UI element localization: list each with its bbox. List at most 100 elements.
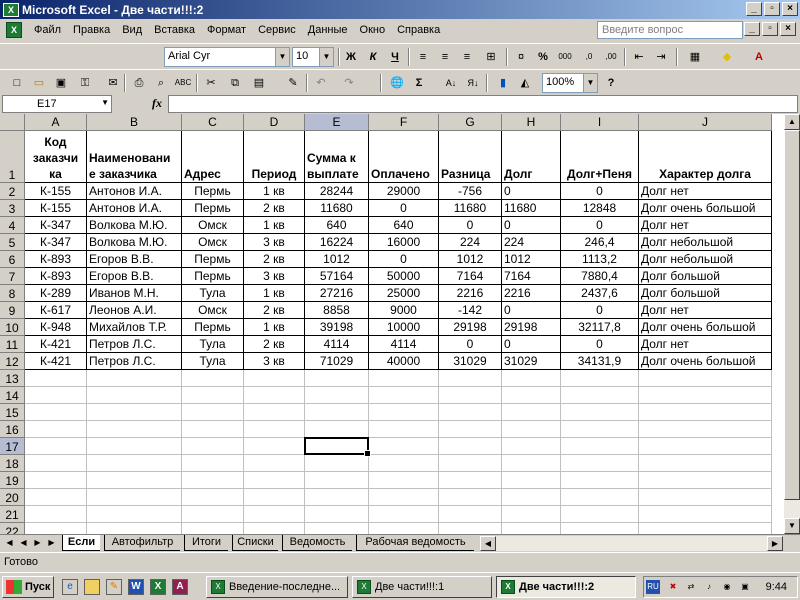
last-sheet-icon[interactable]: ▶	[45, 536, 58, 550]
sheet-tab-lists[interactable]: Списки	[232, 535, 278, 551]
decrease-indent-icon[interactable]: ⇤	[630, 48, 648, 66]
align-right-icon[interactable]: ≡	[458, 48, 476, 66]
cell-f10[interactable]: 10000	[369, 319, 439, 336]
undo-icon[interactable]: ↶	[312, 74, 330, 92]
empty-cell[interactable]	[639, 421, 772, 438]
cell-d12[interactable]: 3 кв	[244, 353, 305, 370]
cell-d3[interactable]: 2 кв	[244, 200, 305, 217]
sheet-tab-work-statement[interactable]: Рабочая ведомость	[356, 535, 474, 551]
column-header-b[interactable]: B	[87, 114, 182, 131]
cell-i3[interactable]: 12848	[561, 200, 639, 217]
minimize-button[interactable]: _	[746, 2, 762, 16]
row-header-8[interactable]: 8	[0, 285, 25, 302]
cell-j2[interactable]: Долг нет	[639, 183, 772, 200]
empty-cell[interactable]	[439, 370, 502, 387]
name-box[interactable]: E17 ▼	[2, 95, 112, 113]
row-header-1[interactable]: 1	[0, 131, 25, 183]
empty-cell[interactable]	[639, 472, 772, 489]
empty-cell[interactable]	[25, 506, 87, 523]
cell-c8[interactable]: Тула	[182, 285, 244, 302]
empty-cell[interactable]	[502, 455, 561, 472]
cell-e7[interactable]: 57164	[305, 268, 369, 285]
row-header-6[interactable]: 6	[0, 251, 25, 268]
cell-j12[interactable]: Долг очень большой	[639, 353, 772, 370]
header-cell-f[interactable]: Оплачено	[369, 131, 439, 183]
access-icon[interactable]: A	[172, 579, 188, 595]
empty-cell[interactable]	[305, 523, 369, 534]
empty-cell[interactable]	[369, 438, 439, 455]
font-size-combo[interactable]: 10 ▼	[292, 47, 334, 67]
cell-f11[interactable]: 4114	[369, 336, 439, 353]
cell-c6[interactable]: Пермь	[182, 251, 244, 268]
cell-e5[interactable]: 16224	[305, 234, 369, 251]
cell-f6[interactable]: 0	[369, 251, 439, 268]
cell-d5[interactable]: 3 кв	[244, 234, 305, 251]
row-header-3[interactable]: 3	[0, 200, 25, 217]
empty-cell[interactable]	[182, 404, 244, 421]
cell-e8[interactable]: 27216	[305, 285, 369, 302]
header-cell-e[interactable]: Сумма к выплате	[305, 131, 369, 183]
row-header-7[interactable]: 7	[0, 268, 25, 285]
first-sheet-icon[interactable]: ◀	[3, 536, 16, 550]
empty-cell[interactable]	[87, 438, 182, 455]
empty-cell[interactable]	[25, 455, 87, 472]
cell-j4[interactable]: Долг нет	[639, 217, 772, 234]
empty-cell[interactable]	[25, 489, 87, 506]
header-cell-j[interactable]: Характер долга	[639, 131, 772, 183]
borders-icon[interactable]: ▦	[686, 48, 704, 66]
empty-cell[interactable]	[369, 506, 439, 523]
empty-cell[interactable]	[87, 387, 182, 404]
empty-cell[interactable]	[639, 489, 772, 506]
increase-indent-icon[interactable]: ⇥	[652, 48, 670, 66]
empty-cell[interactable]	[369, 472, 439, 489]
cell-j3[interactable]: Долг очень большой	[639, 200, 772, 217]
empty-cell[interactable]	[439, 506, 502, 523]
cell-d11[interactable]: 2 кв	[244, 336, 305, 353]
cell-b3[interactable]: Антонов И.А.	[87, 200, 182, 217]
cell-a11[interactable]: К-421	[25, 336, 87, 353]
cell-e11[interactable]: 4114	[305, 336, 369, 353]
empty-cell[interactable]	[25, 387, 87, 404]
empty-cell[interactable]	[639, 523, 772, 534]
email-icon[interactable]: ✉	[104, 74, 122, 92]
print-preview-icon[interactable]: ⌕	[152, 74, 170, 92]
paste-icon[interactable]: ▤	[250, 74, 268, 92]
cell-g4[interactable]: 0	[439, 217, 502, 234]
empty-cell[interactable]	[244, 421, 305, 438]
empty-cell[interactable]	[244, 506, 305, 523]
cell-a4[interactable]: К-347	[25, 217, 87, 234]
cell-a6[interactable]: К-893	[25, 251, 87, 268]
row-header-4[interactable]: 4	[0, 217, 25, 234]
active-cell-selection[interactable]	[304, 437, 371, 457]
start-button[interactable]: Пуск	[2, 576, 54, 598]
align-center-icon[interactable]: ≡	[436, 48, 454, 66]
empty-cell[interactable]	[439, 404, 502, 421]
row-header-16[interactable]: 16	[0, 421, 25, 438]
cell-b9[interactable]: Леонов А.И.	[87, 302, 182, 319]
cell-a8[interactable]: К-289	[25, 285, 87, 302]
menu-data[interactable]: Данные	[302, 24, 354, 36]
cell-b4[interactable]: Волкова М.Ю.	[87, 217, 182, 234]
menu-format[interactable]: Формат	[201, 24, 252, 36]
empty-cell[interactable]	[87, 421, 182, 438]
empty-cell[interactable]	[639, 506, 772, 523]
cell-c3[interactable]: Пермь	[182, 200, 244, 217]
empty-cell[interactable]	[561, 489, 639, 506]
print-icon[interactable]: ⎙	[130, 74, 148, 92]
header-cell-g[interactable]: Разница	[439, 131, 502, 183]
empty-cell[interactable]	[502, 370, 561, 387]
cell-i9[interactable]: 0	[561, 302, 639, 319]
header-cell-i[interactable]: Долг+Пеня	[561, 131, 639, 183]
empty-cell[interactable]	[439, 455, 502, 472]
scroll-right-icon[interactable]: ▶	[767, 536, 783, 551]
new-document-icon[interactable]: □	[8, 74, 26, 92]
empty-cell[interactable]	[639, 387, 772, 404]
header-cell-h[interactable]: Долг	[502, 131, 561, 183]
empty-cell[interactable]	[305, 421, 369, 438]
empty-cell[interactable]	[25, 523, 87, 534]
cell-a9[interactable]: К-617	[25, 302, 87, 319]
cell-h10[interactable]: 29198	[502, 319, 561, 336]
column-header-c[interactable]: C	[182, 114, 244, 131]
cell-e2[interactable]: 28244	[305, 183, 369, 200]
column-header-i[interactable]: I	[561, 114, 639, 131]
